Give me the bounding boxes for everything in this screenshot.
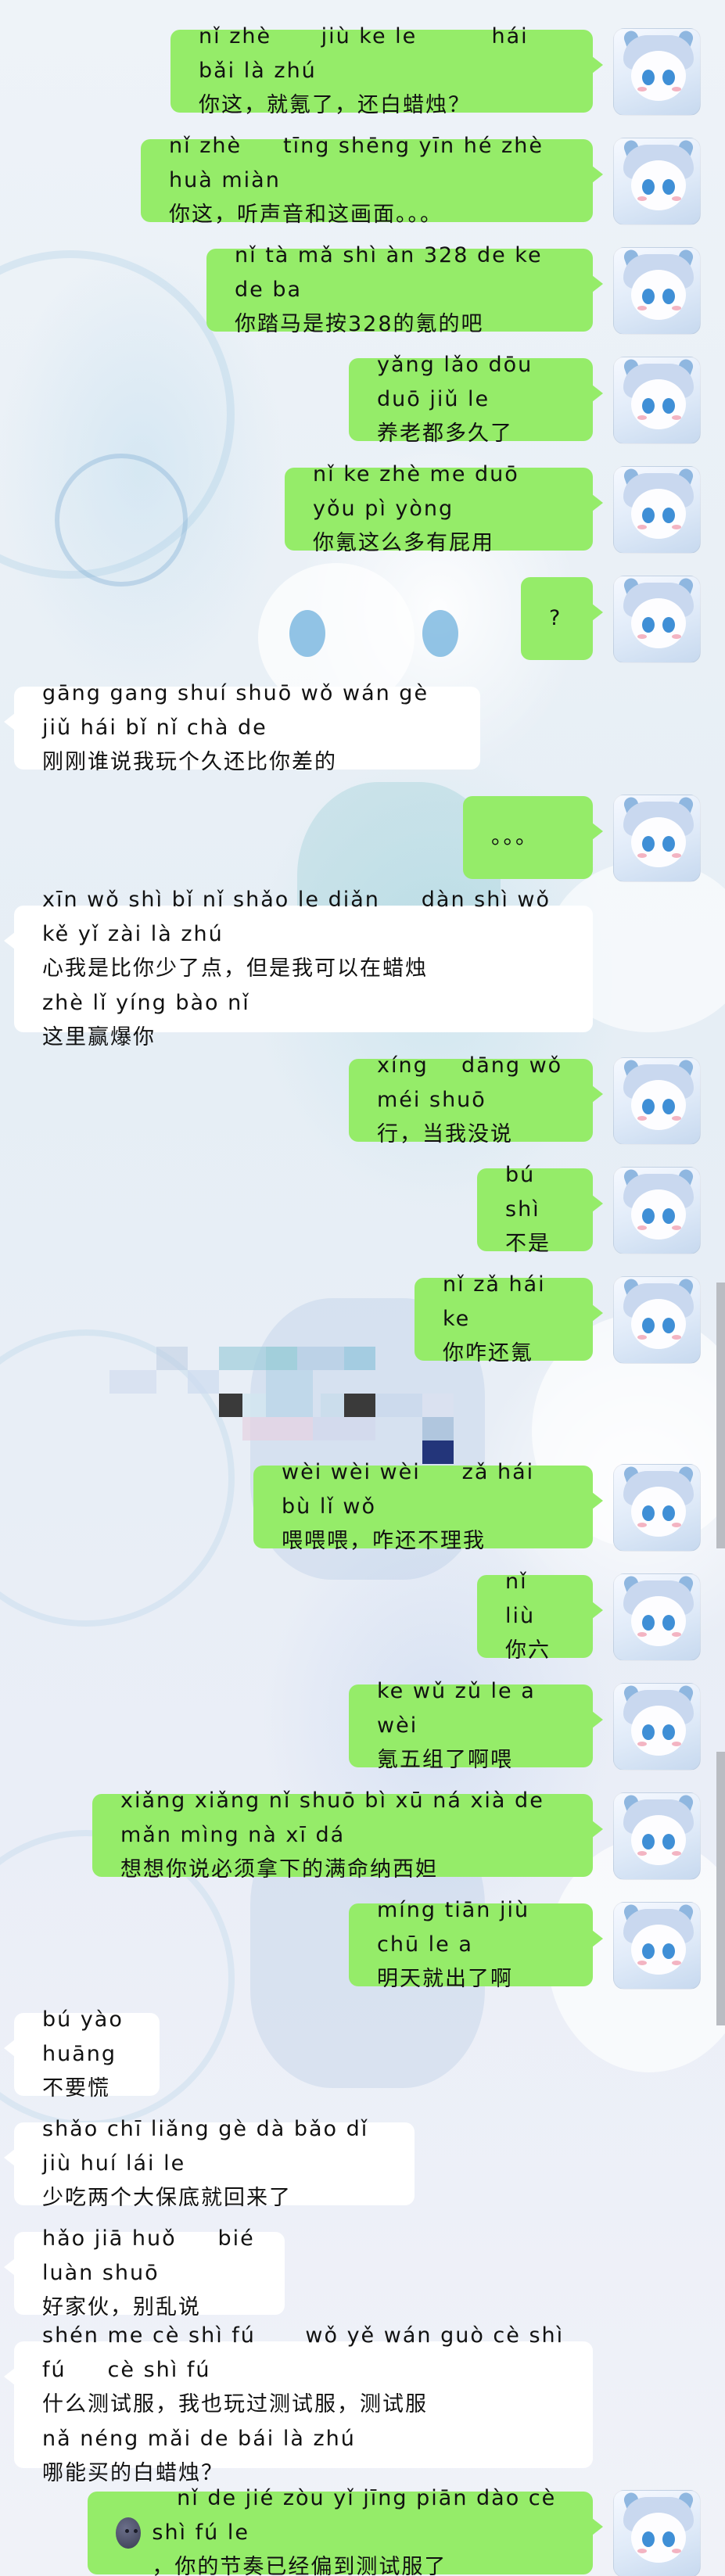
outgoing-message-bubble[interactable]: yǎng lǎo dōu duō jiǔ le 养老都多久了: [349, 353, 603, 446]
chat-message-row: nǐ zhè jiù ke le hái bǎi là zhú 你这，就氪了，还…: [0, 24, 725, 117]
message-text: 。。。: [491, 825, 538, 849]
outgoing-message-bubble[interactable]: xiǎng xiǎng nǐ shuō bì xū ná xià de mǎn …: [92, 1788, 603, 1882]
incoming-message-bubble[interactable]: hǎo jiā huǒ bié luàn shuō 好家伙，别乱说: [4, 2226, 285, 2319]
message-text: bú shì 不是: [505, 1163, 551, 1256]
chat-message-row: nǐ zǎ hái ke 你咋还氪: [0, 1272, 725, 1365]
message-text: nǐ ke zhè me duō yǒu pì yòng 你氪这么多有屁用: [313, 462, 519, 555]
message-text: nǐ tà mǎ shì àn 328 de ke de ba 你踏马是按328…: [235, 243, 543, 336]
message-text: shén me cè shì fú wǒ yě wán guò cè shì f…: [42, 2323, 565, 2485]
outgoing-message-bubble[interactable]: wèi wèi wèi zǎ hái bù lǐ wǒ 喂喂喂，咋还不理我: [253, 1460, 603, 1553]
incoming-message-bubble[interactable]: gāng gang shuí shuō wǒ wán gè jiǔ hái bǐ…: [4, 681, 480, 774]
chat-message-row: 。。。: [0, 795, 725, 882]
chat-message-row: wèi wèi wèi zǎ hái bù lǐ wǒ 喂喂喂，咋还不理我: [0, 1460, 725, 1553]
message-text: nǐ zhè jiù ke le hái bǎi là zhú 你这，就氪了，还…: [199, 24, 529, 117]
message-text: xiǎng xiǎng nǐ shuō bì xū ná xià de mǎn …: [120, 1788, 544, 1882]
chat-message-row: hǎo jiā huǒ bié luàn shuō 好家伙，别乱说: [0, 2226, 725, 2319]
chat-message-row: ke wǔ zǔ le a wèi 氪五组了啊喂: [0, 1679, 725, 1772]
anime-avatar-icon[interactable]: [613, 1276, 701, 1364]
message-text: gāng gang shuí shuō wǒ wán gè jiǔ hái bǐ…: [42, 681, 429, 774]
chat-message-row: xiǎng xiǎng nǐ shuō bì xū ná xià de mǎn …: [0, 1788, 725, 1882]
chat-message-row: xīn wǒ shì bǐ nǐ shǎo le diǎn dàn shì wǒ…: [0, 888, 725, 1049]
message-text: nǐ liù 你六: [505, 1570, 551, 1663]
anime-avatar-icon[interactable]: [613, 1573, 701, 1661]
message-text: xíng dāng wǒ méi shuō 行，当我没说: [377, 1053, 563, 1146]
message-text: hǎo jiā huǒ bié luàn shuō 好家伙，别乱说: [42, 2226, 255, 2319]
chat-message-row: nǐ liù 你六: [0, 1570, 725, 1663]
message-text: nǐ zǎ hái ke 你咋还氪: [443, 1272, 546, 1365]
message-text: ke wǔ zǔ le a wèi 氪五组了啊喂: [377, 1679, 536, 1772]
chat-message-row: shǎo chī liǎng gè dà bǎo dǐ jiù huí lái …: [0, 2117, 725, 2210]
chat-message-row: nǐ ke zhè me duō yǒu pì yòng 你氪这么多有屁用: [0, 462, 725, 555]
chat-message-row: shén me cè shì fú wǒ yě wán guò cè shì f…: [0, 2323, 725, 2485]
message-text: míng tiān jiù chū le a 明天就出了啊: [377, 1898, 530, 1991]
message-text: yǎng lǎo dōu duō jiǔ le 养老都多久了: [377, 353, 533, 446]
chat-message-row: yǎng lǎo dōu duō jiǔ le 养老都多久了: [0, 353, 725, 446]
anime-avatar-icon[interactable]: [613, 1057, 701, 1145]
outgoing-message-bubble[interactable]: ?: [521, 577, 603, 660]
incoming-message-bubble[interactable]: shǎo chī liǎng gè dà bǎo dǐ jiù huí lái …: [4, 2117, 415, 2210]
outgoing-message-bubble[interactable]: míng tiān jiù chū le a 明天就出了啊: [349, 1898, 603, 1991]
anime-avatar-icon[interactable]: [613, 357, 701, 444]
chat-message-row: bú shì 不是: [0, 1163, 725, 1256]
incoming-message-bubble[interactable]: bú yào huāng 不要慌: [4, 2007, 160, 2101]
outgoing-message-bubble[interactable]: nǐ de jié zòu yǐ jīng piān dào cè shì fú…: [88, 2486, 603, 2576]
outgoing-message-bubble[interactable]: nǐ zhè jiù ke le hái bǎi là zhú 你这，就氪了，还…: [170, 24, 603, 117]
chat-message-row: nǐ de jié zòu yǐ jīng piān dào cè shì fú…: [0, 2486, 725, 2576]
message-text: nǐ de jié zòu yǐ jīng piān dào cè shì fú…: [152, 2486, 557, 2576]
outgoing-message-bubble[interactable]: nǐ zǎ hái ke 你咋还氪: [415, 1272, 603, 1365]
anime-avatar-icon[interactable]: [613, 28, 701, 116]
message-text: shǎo chī liǎng gè dà bǎo dǐ jiù huí lái …: [42, 2117, 369, 2210]
message-text: xīn wǒ shì bǐ nǐ shǎo le diǎn dàn shì wǒ…: [42, 888, 551, 1049]
outgoing-message-bubble[interactable]: nǐ ke zhè me duō yǒu pì yòng 你氪这么多有屁用: [285, 462, 603, 555]
anime-avatar-icon[interactable]: [613, 795, 701, 882]
anime-avatar-icon[interactable]: [613, 576, 701, 663]
outgoing-message-bubble[interactable]: 。。。: [463, 796, 603, 879]
chat-message-row: gāng gang shuí shuō wǒ wán gè jiǔ hái bǐ…: [0, 681, 725, 774]
outgoing-message-bubble[interactable]: nǐ tà mǎ shì àn 328 de ke de ba 你踏马是按328…: [206, 243, 603, 336]
chat-message-row: bú yào huāng 不要慌: [0, 2007, 725, 2101]
anime-avatar-icon[interactable]: [613, 1683, 701, 1771]
anime-avatar-icon[interactable]: [613, 247, 701, 335]
outgoing-message-bubble[interactable]: xíng dāng wǒ méi shuō 行，当我没说: [349, 1053, 603, 1146]
message-text: bú yào huāng 不要慌: [42, 2007, 124, 2101]
dark-face-emoji-icon: [116, 2517, 142, 2549]
anime-avatar-icon[interactable]: [613, 1464, 701, 1552]
incoming-message-bubble[interactable]: shén me cè shì fú wǒ yě wán guò cè shì f…: [4, 2323, 593, 2485]
anime-avatar-icon[interactable]: [613, 1167, 701, 1254]
message-text: ?: [549, 606, 562, 630]
outgoing-message-bubble[interactable]: nǐ zhè tīng shēng yīn hé zhè huà miàn 你这…: [141, 134, 603, 227]
message-text: nǐ zhè tīng shēng yīn hé zhè huà miàn 你这…: [169, 134, 544, 227]
anime-avatar-icon[interactable]: [613, 466, 701, 554]
chat-message-row: ?: [0, 576, 725, 663]
anime-avatar-icon[interactable]: [613, 1792, 701, 1880]
chat-message-row: nǐ zhè tīng shēng yīn hé zhè huà miàn 你这…: [0, 134, 725, 227]
message-text: wèi wèi wèi zǎ hái bù lǐ wǒ 喂喂喂，咋还不理我: [282, 1460, 535, 1553]
anime-avatar-icon[interactable]: [613, 2490, 701, 2576]
outgoing-message-bubble[interactable]: bú shì 不是: [477, 1163, 603, 1256]
incoming-message-bubble[interactable]: xīn wǒ shì bǐ nǐ shǎo le diǎn dàn shì wǒ…: [4, 888, 593, 1049]
chat-message-row: míng tiān jiù chū le a 明天就出了啊: [0, 1898, 725, 1991]
anime-avatar-icon[interactable]: [613, 138, 701, 225]
chat-message-row: nǐ tà mǎ shì àn 328 de ke de ba 你踏马是按328…: [0, 243, 725, 336]
chat-message-row: xíng dāng wǒ méi shuō 行，当我没说: [0, 1053, 725, 1146]
anime-avatar-icon[interactable]: [613, 1902, 701, 1989]
outgoing-message-bubble[interactable]: ke wǔ zǔ le a wèi 氪五组了啊喂: [349, 1679, 603, 1772]
outgoing-message-bubble[interactable]: nǐ liù 你六: [477, 1570, 603, 1663]
